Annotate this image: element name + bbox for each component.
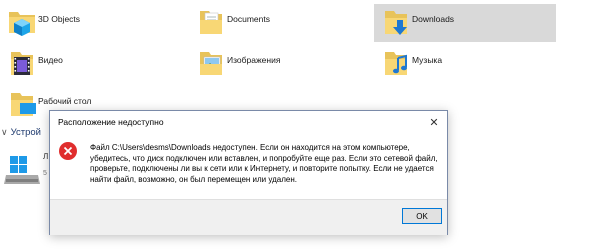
folder-music[interactable]: Музыка <box>374 45 554 83</box>
drive-detail: 5 <box>43 170 47 177</box>
close-icon: ✕ <box>429 116 439 129</box>
dialog-body: Файл C:\Users\desms\Downloads недоступен… <box>50 133 447 195</box>
folder-label: Рабочий стол <box>38 96 92 106</box>
dialog-footer: OK <box>50 199 447 235</box>
dialog-message: Файл C:\Users\desms\Downloads недоступен… <box>90 143 438 184</box>
devices-section-header[interactable]: ∨ Устрой <box>0 124 41 140</box>
documents-folder-icon <box>200 11 222 34</box>
section-label: Устрой <box>10 126 41 138</box>
folder-pictures[interactable]: Изображения <box>189 45 369 83</box>
chevron-down-icon: ∨ <box>1 126 8 137</box>
drive-name: Л <box>43 152 49 161</box>
error-icon <box>59 142 77 160</box>
location-unavailable-dialog: Расположение недоступно ✕ Файл C:\Users\… <box>49 110 448 235</box>
folder-label: Downloads <box>412 14 455 24</box>
folder-video[interactable]: Видео <box>0 45 180 83</box>
pictures-folder-icon <box>200 52 222 75</box>
3d-objects-folder-icon <box>9 12 35 36</box>
folder-label: Изображения <box>227 55 281 65</box>
file-explorer: 3D Objects Documents Downloads Видео Изо… <box>0 0 600 251</box>
folder-label: Музыка <box>412 55 443 65</box>
folder-3d-objects[interactable]: 3D Objects <box>0 4 180 42</box>
music-folder-icon <box>385 52 407 75</box>
folder-documents[interactable]: Documents <box>189 4 369 42</box>
dialog-title: Расположение недоступно <box>58 117 164 127</box>
drive-icon[interactable] <box>4 150 44 190</box>
downloads-folder-icon <box>385 11 407 35</box>
folder-downloads[interactable]: Downloads <box>374 4 556 42</box>
close-button[interactable]: ✕ <box>421 111 447 133</box>
dialog-titlebar[interactable]: Расположение недоступно ✕ <box>50 111 447 133</box>
ok-button[interactable]: OK <box>402 208 442 224</box>
video-folder-icon <box>11 52 33 75</box>
folder-label: Documents <box>227 14 270 24</box>
folder-label: Видео <box>38 55 63 65</box>
folder-label: 3D Objects <box>38 14 81 24</box>
desktop-folder-icon <box>11 93 36 116</box>
